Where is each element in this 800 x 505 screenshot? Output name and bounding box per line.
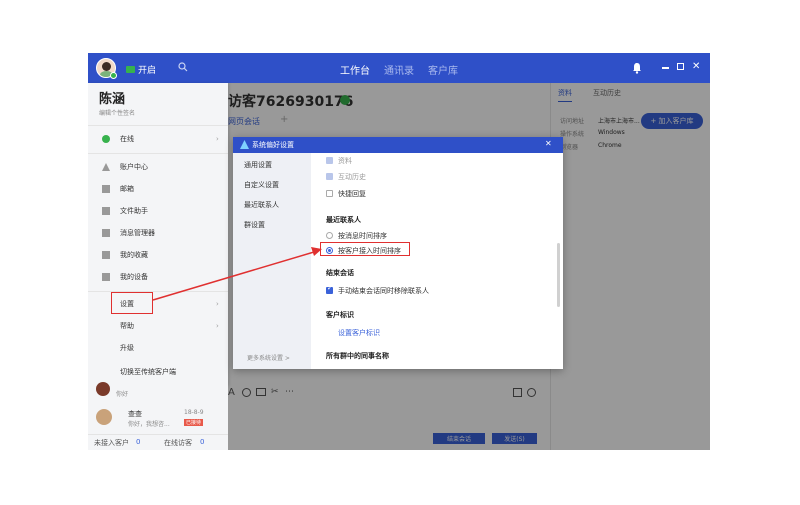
annotation-arrow (152, 247, 322, 301)
